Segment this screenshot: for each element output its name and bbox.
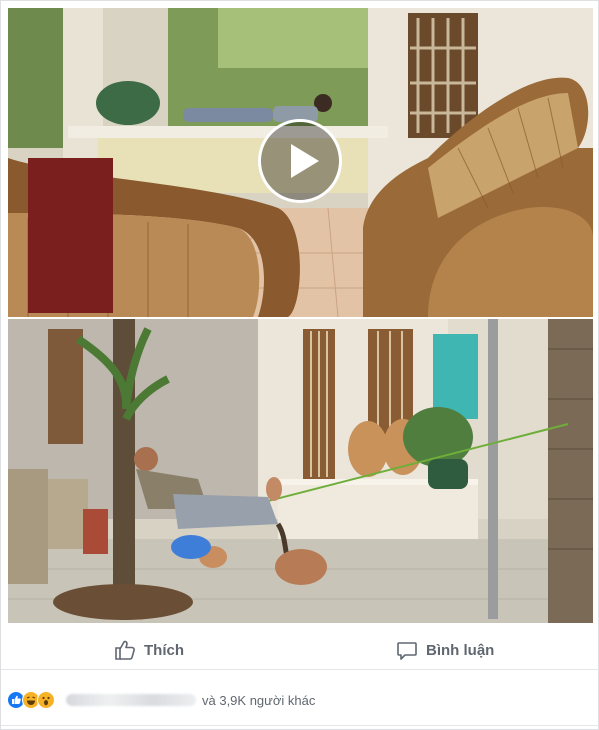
courtyard-scene-image	[8, 319, 593, 623]
comment-button[interactable]: Bình luận	[396, 635, 494, 665]
blurred-reactor-names	[66, 694, 196, 706]
comment-label: Bình luận	[426, 641, 495, 659]
reaction-count-text: và 3,9K người khác	[202, 692, 316, 708]
action-bar: Thích Bình luận	[1, 629, 599, 670]
like-button[interactable]: Thích	[114, 635, 184, 665]
like-label: Thích	[144, 641, 184, 659]
divider	[1, 725, 599, 726]
thumbs-up-icon	[114, 639, 136, 661]
facebook-post: Thích Bình luận và 3,9K người khác	[0, 0, 599, 730]
reactions-summary[interactable]: và 3,9K người khác	[1, 682, 599, 718]
video-thumbnail[interactable]	[8, 8, 593, 317]
post-photo[interactable]	[8, 319, 593, 623]
speech-bubble-icon	[396, 639, 418, 661]
wow-reaction-icon	[37, 691, 55, 709]
play-button[interactable]	[258, 119, 342, 203]
play-icon	[291, 144, 319, 178]
